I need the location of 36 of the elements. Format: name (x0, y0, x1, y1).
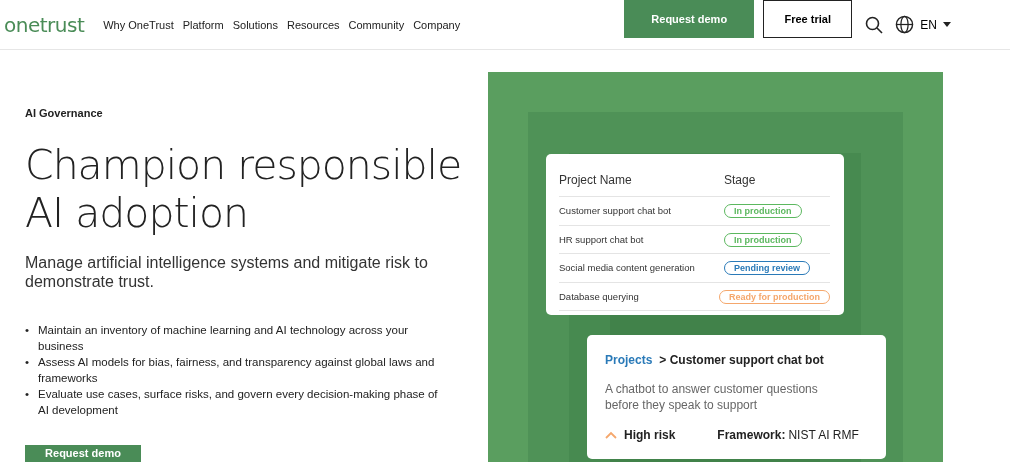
breadcrumb-link[interactable]: Projects (605, 353, 653, 367)
column-header: Stage (724, 173, 756, 187)
bullet-marker: • (25, 323, 31, 338)
free-trial-button[interactable]: Free trial (763, 0, 853, 38)
globe-icon (895, 15, 915, 34)
bullet-marker: • (25, 387, 31, 402)
nav-link[interactable]: Platform (182, 18, 224, 31)
bullet-item: Evaluate use cases, surface risks, and govern every decision-making phase of AI development (38, 387, 439, 418)
risk-level: High risk (624, 428, 676, 442)
request-demo-button[interactable]: Request demo (25, 445, 141, 462)
nav-link[interactable]: Why OneTrust (103, 18, 174, 31)
column-header: Project Name (559, 173, 633, 187)
description: A chatbot to answer customer questions before they speak to support (605, 381, 819, 413)
nav-link[interactable]: Resources (286, 18, 340, 31)
subtitle: Manage artificial intelligence systems and mitigate risk to demonstrate trust. (25, 253, 429, 291)
framework-label: Framework: (717, 428, 786, 442)
caret-up-icon (605, 431, 617, 439)
breadcrumb-current: > Customer support chat bot (659, 353, 824, 367)
nav-link[interactable]: Community (348, 18, 405, 31)
caret-down-icon (942, 22, 951, 27)
bullet-item: Maintain an inventory of machine learning and AI technology across your business (38, 323, 410, 354)
table-cell-text: HR support chat bot (559, 233, 645, 245)
search-icon[interactable] (865, 15, 884, 34)
headline: Champion responsible AI adoption (25, 141, 463, 237)
bullet-item: Assess AI models for bias, fairness, and transparency against global laws and frameworks (38, 355, 436, 386)
table-cell-text: Social media content generation (559, 262, 696, 274)
nav-link[interactable]: Company (413, 18, 461, 31)
bullet-marker: • (25, 355, 31, 370)
framework-value: NIST AI RMF (788, 428, 859, 442)
language-selector[interactable]: EN (895, 15, 951, 34)
table-cell-text: Database querying (559, 290, 640, 302)
logo[interactable]: onetrust (4, 12, 85, 37)
request-demo-button[interactable]: Request demo (624, 0, 755, 38)
nav-link[interactable]: Solutions (232, 18, 278, 31)
table-cell-text: Customer support chat bot (559, 205, 672, 217)
section-label: AI Governance (25, 107, 104, 121)
